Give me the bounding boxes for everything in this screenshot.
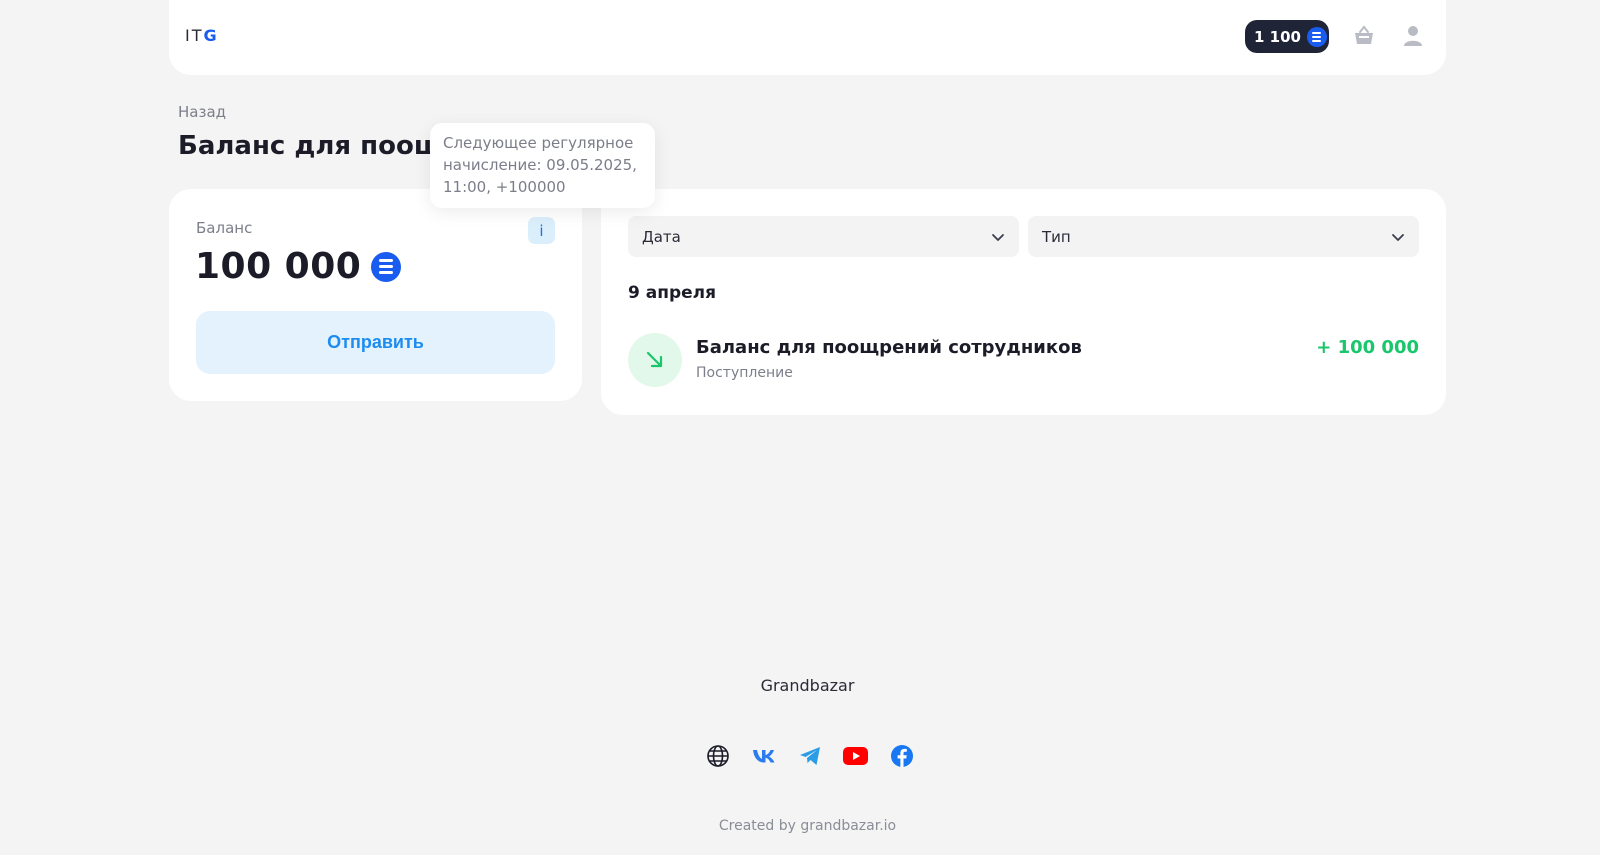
logo-prefix: IT xyxy=(185,26,204,45)
transaction-type: Поступление xyxy=(696,365,793,381)
top-header: ITG 1 100 xyxy=(169,0,1446,75)
logo-accent: G xyxy=(203,26,219,45)
type-filter-select[interactable]: Тип xyxy=(1028,216,1419,257)
social-links xyxy=(705,743,914,768)
balance-card: Баланс i 100 000 Отправить xyxy=(169,189,582,401)
facebook-icon[interactable] xyxy=(889,743,914,768)
back-link[interactable]: Назад xyxy=(178,103,226,121)
youtube-icon[interactable] xyxy=(843,743,868,768)
telegram-icon[interactable] xyxy=(797,743,822,768)
send-button[interactable]: Отправить xyxy=(196,311,555,374)
user-icon[interactable] xyxy=(1401,24,1425,48)
coin-balance-amount: 1 100 xyxy=(1254,27,1301,46)
transaction-amount: + 100 000 xyxy=(1316,337,1419,358)
balance-value: 100 000 xyxy=(195,246,362,287)
incoming-arrow-icon xyxy=(628,333,682,387)
transaction-row[interactable]: Баланс для поощрений сотрудников Поступл… xyxy=(628,333,1419,389)
chevron-down-icon xyxy=(1392,233,1404,241)
info-button[interactable]: i xyxy=(528,217,555,244)
coin-icon xyxy=(371,251,402,282)
date-filter-label: Дата xyxy=(642,227,681,246)
vk-icon[interactable] xyxy=(751,743,776,768)
balance-amount: 100 000 xyxy=(195,246,402,287)
next-accrual-tooltip: Следующее регулярное начисление: 09.05.2… xyxy=(430,123,655,208)
footer-brand: Grandbazar xyxy=(760,676,855,695)
balance-label: Баланс xyxy=(196,219,253,237)
coin-icon xyxy=(1306,26,1327,47)
globe-icon[interactable] xyxy=(705,743,730,768)
transaction-title: Баланс для поощрений сотрудников xyxy=(696,337,1082,358)
transactions-card: Дата Тип 9 апреля Баланс для поощрений с… xyxy=(601,189,1446,415)
date-filter-select[interactable]: Дата xyxy=(628,216,1019,257)
logo[interactable]: ITG xyxy=(185,26,219,45)
footer-credit: Created by grandbazar.io xyxy=(718,818,897,834)
type-filter-label: Тип xyxy=(1042,227,1071,246)
basket-icon[interactable] xyxy=(1352,24,1376,48)
page-title: Баланс для поощрений сотрудников xyxy=(178,131,438,161)
coin-balance-badge[interactable]: 1 100 xyxy=(1245,20,1329,53)
chevron-down-icon xyxy=(992,233,1004,241)
transactions-date-heading: 9 апреля xyxy=(628,283,717,303)
